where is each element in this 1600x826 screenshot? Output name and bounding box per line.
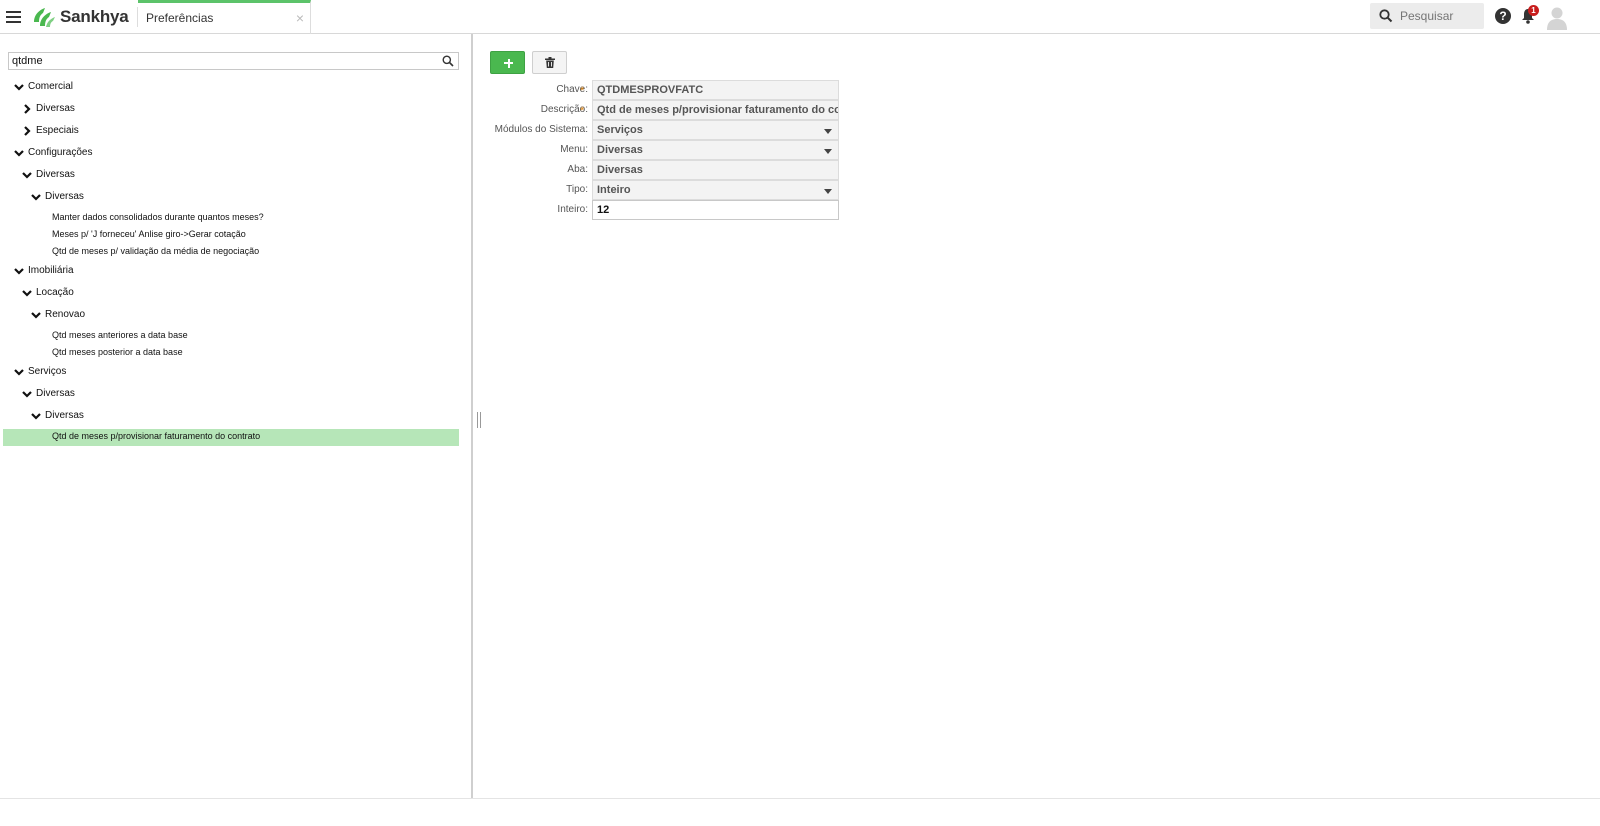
tree-node-label: Locação	[36, 287, 74, 298]
close-icon[interactable]: ×	[296, 10, 304, 26]
tree-leaf[interactable]: Qtd de meses p/provisionar faturamento d…	[52, 428, 260, 444]
help-icon[interactable]: ?	[1495, 8, 1511, 24]
modulos-select[interactable]: Serviços	[592, 120, 839, 140]
chevron-down-icon[interactable]	[14, 367, 24, 377]
tree-node-label: Diversas	[36, 388, 75, 399]
modulos-value: Serviços	[597, 124, 643, 136]
top-bar: Sankhya Preferências × ? 1	[0, 0, 1600, 34]
required-marker: *	[580, 105, 585, 117]
descricao-field: Qtd de meses p/provisionar faturamento d…	[592, 100, 839, 120]
aba-field: Diversas	[592, 160, 839, 180]
chevron-down-icon	[824, 129, 832, 134]
tree-leaf[interactable]: Qtd de meses p/ validação da média de ne…	[52, 243, 259, 259]
search-icon	[1379, 9, 1393, 23]
chevron-down-icon[interactable]	[22, 389, 32, 399]
brand-logo[interactable]: Sankhya	[31, 6, 129, 28]
tipo-value: Inteiro	[597, 184, 631, 196]
brand-name: Sankhya	[60, 7, 129, 26]
inteiro-input[interactable]: 12	[592, 200, 839, 220]
tree-node-label: Imobiliária	[28, 265, 74, 276]
splitter-handle[interactable]	[477, 412, 481, 428]
menu-icon[interactable]	[6, 11, 21, 23]
chevron-down-icon[interactable]	[31, 411, 41, 421]
tree-filter[interactable]	[8, 52, 459, 70]
global-search[interactable]	[1370, 3, 1484, 29]
aba-label: Aba:	[567, 164, 588, 175]
chevron-down-icon[interactable]	[31, 192, 41, 202]
menu-select[interactable]: Diversas	[592, 140, 839, 160]
search-input[interactable]	[1400, 7, 1480, 25]
tree-node-label: Configurações	[28, 147, 93, 158]
chave-field: QTDMESPROVFATC	[592, 80, 839, 100]
notification-badge: 1	[1528, 5, 1539, 16]
chevron-down-icon[interactable]	[14, 82, 24, 92]
trash-icon	[545, 57, 555, 68]
chevron-right-icon[interactable]	[22, 104, 32, 114]
tree-leaf[interactable]: Qtd meses posterior a data base	[52, 344, 183, 360]
tree-leaf[interactable]: Meses p/ 'J forneceu' Anlise giro->Gerar…	[52, 226, 246, 242]
menu-value: Diversas	[597, 144, 643, 156]
tree-node-label: Comercial	[28, 81, 74, 92]
tipo-label: Tipo:	[566, 184, 588, 195]
add-button[interactable]	[490, 51, 525, 74]
chevron-down-icon[interactable]	[14, 148, 24, 158]
tipo-select[interactable]: Inteiro	[592, 180, 839, 200]
sankhya-logo-icon	[34, 8, 55, 27]
chevron-down-icon[interactable]	[14, 266, 24, 276]
bottom-border	[0, 798, 1600, 799]
tree-node-label: Diversas	[45, 191, 84, 202]
tree-node-label: Diversas	[36, 103, 75, 114]
menu-label: Menu:	[560, 144, 588, 155]
chevron-down-icon[interactable]	[22, 288, 32, 298]
tree-filter-input[interactable]	[12, 54, 432, 68]
panel-splitter[interactable]	[471, 34, 473, 798]
tree-node-label: Renovao	[45, 309, 86, 320]
required-marker: *	[580, 85, 585, 97]
tree-leaf[interactable]: Manter dados consolidados durante quanto…	[52, 209, 264, 225]
inteiro-label: Inteiro:	[557, 204, 588, 215]
user-avatar-icon[interactable]	[1546, 6, 1568, 30]
delete-button[interactable]	[532, 51, 567, 74]
tab-preferencias[interactable]: Preferências ×	[138, 0, 311, 34]
modulos-label: Módulos do Sistema:	[494, 124, 588, 135]
tree-node-label: Diversas	[45, 410, 84, 421]
tree-node-label: Diversas	[36, 169, 75, 180]
tree-node-label: Especiais	[36, 125, 79, 136]
chevron-right-icon[interactable]	[22, 126, 32, 136]
search-icon[interactable]	[442, 55, 454, 67]
chevron-down-icon	[824, 189, 832, 194]
chevron-down-icon[interactable]	[31, 310, 41, 320]
tree-leaf[interactable]: Qtd meses anteriores a data base	[52, 327, 188, 343]
chevron-down-icon	[824, 149, 832, 154]
chevron-down-icon[interactable]	[22, 170, 32, 180]
tab-label: Preferências	[146, 11, 214, 25]
tree-node-label: Serviços	[28, 366, 67, 377]
